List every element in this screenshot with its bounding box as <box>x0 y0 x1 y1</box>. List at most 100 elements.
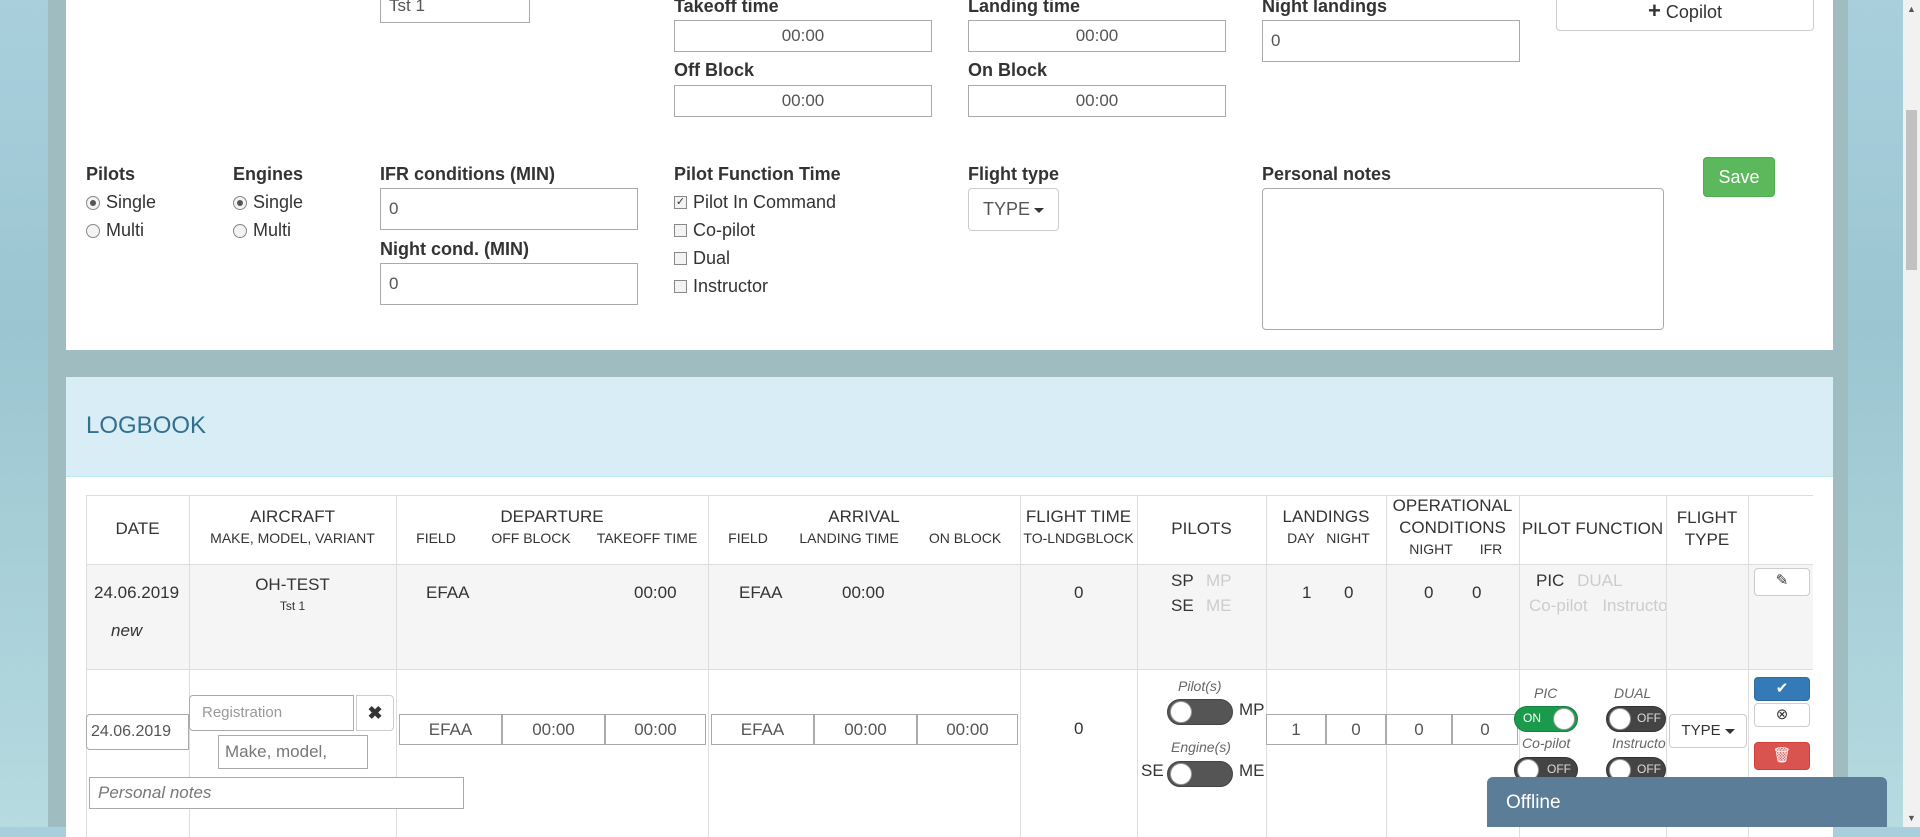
edit-row-button[interactable]: ✎ <box>1754 568 1810 596</box>
landing-time-input[interactable]: 00:00 <box>968 20 1226 52</box>
dual-checkbox[interactable]: Dual <box>674 248 730 269</box>
header-date: DATE <box>115 519 160 538</box>
pilot-function-label: Pilot Function Time <box>674 164 841 184</box>
pic-checkbox[interactable]: ✓ Pilot In Command <box>674 192 836 213</box>
row-pic: PIC <box>1536 571 1565 590</box>
row-copilot: Co-pilot <box>1529 596 1588 615</box>
night-cond-input[interactable]: 0 <box>380 263 638 305</box>
edit-takeoff-time-input[interactable]: 00:00 <box>605 714 706 745</box>
edit-off-block-input[interactable]: 00:00 <box>502 714 605 745</box>
header-arrival: ARRIVAL <box>828 507 900 526</box>
header-flight-time-sub: TO-LNDGBLOCK <box>1023 530 1134 546</box>
radio-icon <box>86 223 100 238</box>
edit-landing-time-input[interactable]: 00:00 <box>814 714 917 745</box>
engines-multi-radio[interactable]: Multi <box>233 220 291 241</box>
make-model-input[interactable]: Make, model, variant <box>218 735 368 769</box>
switch-knob <box>1170 701 1192 723</box>
header-on-block: ON BLOCK <box>928 530 1002 546</box>
toggle-knob <box>1609 708 1631 730</box>
header-off-block: OFF BLOCK <box>491 530 571 546</box>
edit-landings-night-input[interactable]: 0 <box>1326 714 1386 745</box>
edit-on-block-input[interactable]: 00:00 <box>917 714 1018 745</box>
row-pilot-function-top: PIC DUAL <box>1516 571 1666 591</box>
clear-registration-button[interactable]: ✖ <box>356 695 394 731</box>
row-takeoff-time: 00:00 <box>634 583 677 602</box>
col-line <box>1266 495 1267 837</box>
col-line <box>86 495 87 837</box>
edit-op-night-input[interactable]: 0 <box>1386 714 1452 745</box>
pilots-label: Pilots <box>86 164 136 184</box>
table-top-border <box>86 495 1813 496</box>
edit-personal-notes-input[interactable]: Personal notes <box>89 777 464 809</box>
toggle-knob <box>1553 708 1575 730</box>
col-line <box>1386 495 1387 837</box>
table-row-border <box>86 669 1813 670</box>
takeoff-time-input[interactable]: 00:00 <box>674 20 932 52</box>
landing-time-label: Landing time <box>968 0 1080 16</box>
confirm-row-button[interactable]: ✔ <box>1754 677 1810 701</box>
ifr-conditions-input[interactable]: 0 <box>380 188 638 230</box>
header-op-conditions: OPERATIONAL CONDITIONS <box>1392 496 1513 537</box>
night-landings-input[interactable]: 0 <box>1262 20 1520 62</box>
copilot-name-input[interactable]: Tst 1 <box>380 0 530 23</box>
edit-dep-field-input[interactable]: EFAA <box>399 714 502 745</box>
engines-switch[interactable] <box>1167 761 1233 787</box>
header-dep-field: FIELD <box>416 530 456 546</box>
add-copilot-button[interactable]: + Copilot <box>1556 0 1814 31</box>
registration-input[interactable]: Registration <box>189 695 354 731</box>
check-icon: ✓ <box>674 196 687 209</box>
pilots-multi-radio[interactable]: Multi <box>86 220 144 241</box>
check-icon: ✔ <box>1775 680 1789 697</box>
chat-widget-offline[interactable]: Offline <box>1487 777 1887 827</box>
night-cond-label: Night cond. (MIN) <box>380 239 529 259</box>
row-op-night: 0 <box>1424 583 1434 602</box>
scrollbar-thumb[interactable] <box>1906 110 1917 270</box>
pilots-caption: Pilot(s) <box>1178 678 1222 694</box>
row-landings-day: 1 <box>1302 583 1312 602</box>
on-block-input[interactable]: 00:00 <box>968 85 1226 117</box>
flight-type-dropdown[interactable]: TYPE <box>968 188 1060 231</box>
col-line <box>1137 495 1138 837</box>
pilots-switch[interactable] <box>1167 699 1233 725</box>
scroll-down-icon[interactable]: ▼ <box>1907 813 1916 823</box>
personal-notes-textarea[interactable] <box>1262 188 1664 330</box>
row-arr-field: EFAA <box>739 583 783 602</box>
off-block-input[interactable]: 00:00 <box>674 85 932 117</box>
engines-label: Engines <box>233 164 304 184</box>
flight-type-label: Flight type <box>968 164 1059 184</box>
header-aircraft: AIRCRAFT <box>250 507 335 526</box>
row-op-ifr: 0 <box>1472 583 1482 602</box>
delete-row-button[interactable]: 🗑 <box>1754 742 1810 770</box>
header-pilot-function: PILOT FUNCTION <box>1521 519 1664 538</box>
header-flight-type: FLIGHT TYPE <box>1676 508 1738 549</box>
dual-caption: DUAL <box>1614 685 1652 701</box>
row-landings-night: 0 <box>1344 583 1354 602</box>
personal-notes-label: Personal notes <box>1262 164 1392 184</box>
col-line <box>708 495 709 837</box>
dual-toggle[interactable]: OFF <box>1606 706 1666 732</box>
edit-date-input[interactable]: 24.06.2019 <box>86 714 189 750</box>
vertical-scrollbar[interactable]: ▲ ▼ <box>1903 0 1920 827</box>
edit-flight-time: 0 <box>1074 719 1084 738</box>
edit-landings-day-input[interactable]: 1 <box>1266 714 1326 745</box>
copilot-caption: Co-pilot <box>1522 735 1571 751</box>
pilots-single-radio[interactable]: Single <box>86 192 156 213</box>
switch-knob <box>1170 763 1192 785</box>
edit-flight-type-dropdown[interactable]: TYPE <box>1669 714 1747 748</box>
engines-single-radio[interactable]: Single <box>233 192 303 213</box>
pic-caption: PIC <box>1534 685 1558 701</box>
edit-op-ifr-input[interactable]: 0 <box>1452 714 1518 745</box>
row-pilots-me: ME <box>1206 596 1232 615</box>
pic-toggle[interactable]: ON <box>1514 706 1578 732</box>
cancel-row-button[interactable]: ⊗ <box>1754 703 1810 727</box>
edit-arr-field-input[interactable]: EFAA <box>711 714 814 745</box>
instructor-checkbox[interactable]: Instructor <box>674 276 768 297</box>
night-landings-label: Night landings <box>1262 0 1387 16</box>
radio-checked-icon <box>86 195 100 210</box>
save-button[interactable]: Save <box>1703 157 1775 197</box>
engines-caption: Engine(s) <box>1171 739 1231 755</box>
checkbox-icon <box>674 252 687 265</box>
flight-form-panel: Tst 1 Takeoff time 00:00 Landing time 00… <box>66 0 1833 350</box>
scroll-up-icon[interactable]: ▲ <box>1907 4 1916 14</box>
copilot-checkbox[interactable]: Co-pilot <box>674 220 755 241</box>
